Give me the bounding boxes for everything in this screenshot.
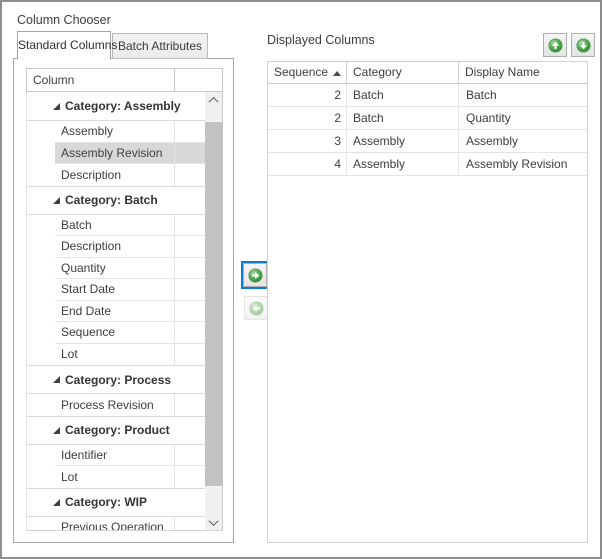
tab-standard-columns[interactable]: Standard Columns xyxy=(17,31,111,59)
column-list-item[interactable]: Quantity xyxy=(55,258,207,280)
move-right-button[interactable] xyxy=(241,261,269,289)
header-display-name[interactable]: Display Name xyxy=(458,62,587,83)
arrow-right-circle-icon xyxy=(246,266,265,285)
column-list-item[interactable]: Description xyxy=(55,236,207,258)
column-item-label: Lot xyxy=(61,347,78,361)
column-list-item[interactable]: Identifier xyxy=(55,445,207,467)
cell-display-name: Assembly xyxy=(458,130,587,152)
cell-category: Assembly xyxy=(346,153,458,175)
category-group-row[interactable]: Category: WIP xyxy=(27,488,207,517)
cell-sequence: 4 xyxy=(268,153,346,175)
column-chooser-dialog: Column Chooser Standard Columns Batch At… xyxy=(0,0,602,559)
column-item-label: Description xyxy=(61,168,121,182)
scrollbar-thumb[interactable] xyxy=(205,122,222,486)
column-item-label: Start Date xyxy=(61,282,115,296)
column-item-label: End Date xyxy=(61,304,111,318)
header-sequence-label: Sequence xyxy=(274,62,328,83)
column-item-label: Previous Operation xyxy=(61,520,164,531)
column-list-item[interactable]: Process Revision xyxy=(55,394,207,416)
column-item-label: Lot xyxy=(61,470,78,484)
category-group-row[interactable]: Category: Product xyxy=(27,416,207,445)
column-item-label: Sequence xyxy=(61,325,115,339)
category-group-label: Category: Assembly xyxy=(65,99,181,113)
column-list-item[interactable]: Previous Operation xyxy=(55,517,207,532)
column-list-item[interactable]: Lot xyxy=(55,466,207,488)
standard-columns-panel: Column Category: Assembly Assembly Assembl… xyxy=(13,58,234,543)
column-item-label: Description xyxy=(61,239,121,253)
arrow-down-circle-icon xyxy=(574,36,593,55)
category-group-label: Category: Process xyxy=(65,373,171,387)
cell-display-name: Batch xyxy=(458,84,587,106)
arrow-left-circle-icon xyxy=(247,299,266,318)
cell-display-name: Assembly Revision xyxy=(458,153,587,175)
column-list-item[interactable]: Batch xyxy=(55,215,207,237)
column-grid-header: Column xyxy=(26,68,223,92)
tab-batch-attributes[interactable]: Batch Attributes xyxy=(112,33,208,59)
column-item-label: Assembly xyxy=(61,124,113,138)
group-expander-icon[interactable] xyxy=(53,376,60,383)
column-item-label: Assembly Revision xyxy=(61,146,162,160)
move-down-button[interactable] xyxy=(571,33,595,57)
displayed-columns-title: Displayed Columns xyxy=(267,33,375,47)
chevron-down-icon xyxy=(209,516,219,526)
blank-header-cell xyxy=(174,69,222,91)
table-row[interactable]: 2BatchBatch xyxy=(268,84,587,107)
column-list-item[interactable]: Assembly Revision xyxy=(55,143,207,165)
scroll-down-button[interactable] xyxy=(205,514,222,531)
move-right-button-face[interactable] xyxy=(243,263,267,287)
cell-category: Batch xyxy=(346,107,458,129)
displayed-columns-table: Sequence Category Display Name 2BatchBat… xyxy=(267,61,588,543)
vertical-scrollbar[interactable] xyxy=(205,92,222,531)
category-group-row[interactable]: Category: Process xyxy=(27,365,207,394)
group-expander-icon[interactable] xyxy=(53,499,60,506)
dialog-title: Column Chooser xyxy=(17,13,111,27)
table-row[interactable]: 3AssemblyAssembly xyxy=(268,130,587,153)
column-list-item[interactable]: Description xyxy=(55,164,207,186)
cell-sequence: 2 xyxy=(268,107,346,129)
cell-display-name: Quantity xyxy=(458,107,587,129)
column-item-label: Quantity xyxy=(61,261,106,275)
chevron-up-icon xyxy=(209,97,219,107)
category-group-row[interactable]: Category: Batch xyxy=(27,186,207,215)
column-item-label: Identifier xyxy=(61,448,107,462)
column-item-label: Batch xyxy=(61,218,92,232)
column-list: Category: Assembly Assembly Assembly Revis… xyxy=(26,92,223,531)
column-grid: Column Category: Assembly Assembly Assembl… xyxy=(26,68,223,531)
table-row[interactable]: 2BatchQuantity xyxy=(268,107,587,130)
arrow-up-circle-icon xyxy=(546,36,565,55)
sort-ascending-icon xyxy=(333,71,341,76)
cell-category: Assembly xyxy=(346,130,458,152)
column-list-item[interactable]: Sequence xyxy=(55,322,207,344)
move-left-button[interactable] xyxy=(244,296,268,320)
column-list-item[interactable]: End Date xyxy=(55,301,207,323)
table-row[interactable]: 4AssemblyAssembly Revision xyxy=(268,153,587,176)
group-expander-icon[interactable] xyxy=(53,427,60,434)
column-list-item[interactable]: Start Date xyxy=(55,279,207,301)
group-expander-icon[interactable] xyxy=(53,197,60,204)
column-list-item[interactable]: Assembly xyxy=(55,121,207,143)
header-category[interactable]: Category xyxy=(346,62,458,83)
table-header-row: Sequence Category Display Name xyxy=(268,62,587,84)
category-group-label: Category: Batch xyxy=(65,193,158,207)
cell-sequence: 3 xyxy=(268,130,346,152)
header-sequence[interactable]: Sequence xyxy=(268,62,346,83)
column-header-cell[interactable]: Column xyxy=(27,69,174,91)
column-item-label: Process Revision xyxy=(61,398,154,412)
cell-category: Batch xyxy=(346,84,458,106)
move-up-button[interactable] xyxy=(543,33,567,57)
column-list-item[interactable]: Lot xyxy=(55,344,207,366)
category-group-label: Category: WIP xyxy=(65,495,147,509)
category-group-row[interactable]: Category: Assembly xyxy=(27,92,207,121)
cell-sequence: 2 xyxy=(268,84,346,106)
group-expander-icon[interactable] xyxy=(53,103,60,110)
category-group-label: Category: Product xyxy=(65,423,170,437)
scroll-up-button[interactable] xyxy=(205,92,222,109)
